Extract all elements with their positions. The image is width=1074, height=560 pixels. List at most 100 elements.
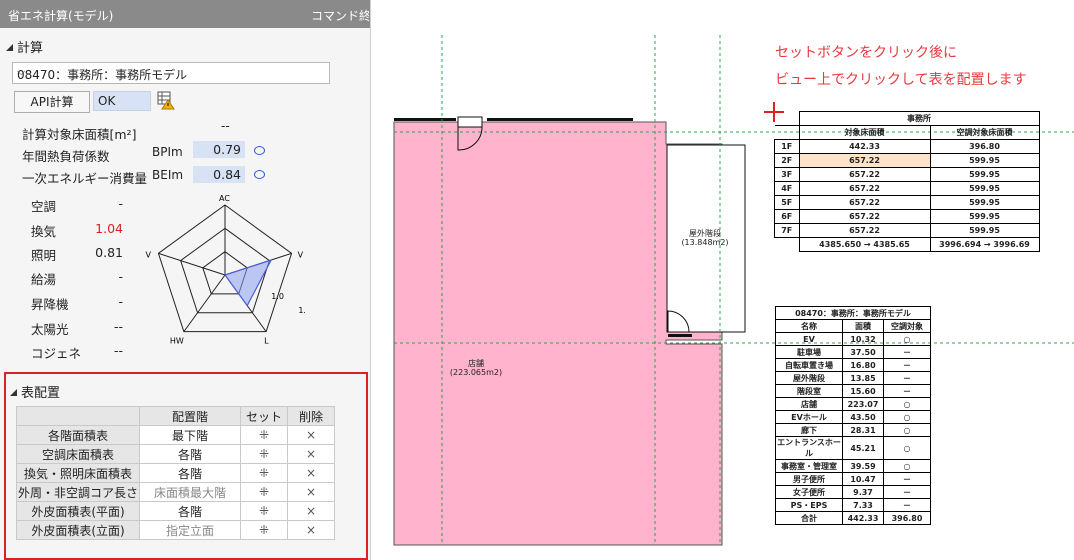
delete-icon[interactable]: × [287, 425, 335, 445]
bpi-detail-icon[interactable] [254, 146, 265, 155]
delete-icon[interactable]: × [287, 520, 335, 540]
placement-floor[interactable]: 最下階 [139, 425, 241, 445]
delete-icon[interactable]: × [287, 444, 335, 464]
bei-label: 一次エネルギー消費量 [22, 171, 148, 186]
blank-header-cell [16, 406, 140, 426]
placement-floor[interactable]: 床面積最大階 [139, 482, 241, 502]
placement-floor[interactable]: 各階 [139, 444, 241, 464]
placement-floor[interactable]: 各階 [139, 501, 241, 521]
table-row: 店舗 223.07 ○ [775, 397, 931, 411]
radar-value-polygon [224, 258, 273, 307]
floor-col-header: 配置階 [139, 406, 241, 426]
table-row: 外皮面積表(平面) 各階 ⁜ × [16, 501, 335, 521]
table-row: 屋外階段 13.85 － [775, 371, 931, 385]
delete-icon[interactable]: × [287, 463, 335, 483]
wall [487, 118, 633, 121]
radar-axis-label: V [298, 250, 304, 259]
category-label: 太陽光 [31, 322, 69, 337]
panel-titlebar: 省エネ計算(モデル) コマンド終了 [0, 0, 370, 28]
category-value: - [118, 294, 123, 309]
table-row: 換気・照明床面積表 各階 ⁜ × [16, 463, 335, 483]
table-type-name: 換気・照明床面積表 [16, 463, 140, 483]
table-row: エントランスホール 45.21 ○ [775, 436, 931, 460]
table-row: 2F 657.22 599.95 [774, 153, 1040, 168]
collapse-triangle-icon [10, 389, 17, 396]
api-calc-button[interactable]: API計算 [14, 91, 90, 113]
table-row: EV 10.32 ○ [775, 332, 931, 346]
category-value: -- [113, 343, 123, 358]
radar-tick-label: 1.0 [271, 292, 284, 301]
stair-label: 屋外階段 (13.848m2) [681, 229, 729, 247]
chevron-down-icon: ⌵ [17, 65, 26, 78]
table-row: 7F 657.22 599.95 [774, 223, 1040, 238]
bei-value: 0.84 [193, 166, 245, 183]
bpi-value: 0.79 [193, 141, 245, 158]
table-row: 6F 657.22 599.95 [774, 209, 1040, 224]
delete-icon[interactable]: × [287, 482, 335, 502]
table-type-name: 外皮面積表(平面) [16, 501, 140, 521]
calc-table-warning-icon[interactable] [157, 90, 175, 110]
table-type-name: 各階面積表 [16, 425, 140, 445]
placement-floor[interactable]: 各階 [139, 463, 241, 483]
table-row: 5F 657.22 599.95 [774, 195, 1040, 210]
set-cursor-icon[interactable]: ⁜ [240, 425, 288, 445]
category-value: 0.81 [95, 245, 123, 260]
instruction-text: セットボタンをクリック後に ビュー上でクリックして表を配置します [775, 45, 1027, 88]
table-header-row: 名称 面積 空調対象 [775, 319, 931, 333]
category-label: 給湯 [31, 272, 57, 287]
table-title-row: 08470：事務所：事務所モデル [775, 306, 931, 320]
calc-section-header[interactable]: 計算 [6, 37, 43, 56]
placement-header-row: 配置階 セット 削除 [16, 406, 335, 426]
table-row: 3F 657.22 599.95 [774, 167, 1040, 182]
radar-axis-label: L [264, 337, 269, 346]
model-select[interactable]: 08470：事務所：事務所モデル ⌵ [12, 62, 330, 84]
table-row: 自転車置き場 16.80 － [775, 358, 931, 372]
radar-axis-label: HW [170, 337, 184, 346]
table-row: PS・EPS 7.33 － [775, 498, 931, 512]
delete-col-header: 削除 [287, 406, 335, 426]
table-placement-header[interactable]: 表配置 [10, 382, 60, 401]
radar-tick-label: 1.5 [298, 306, 305, 315]
room-area-table[interactable]: 08470：事務所：事務所モデル 名称 面積 空調対象 EV 10.32 ○ 駐車場… [775, 306, 931, 525]
table-row: 外周・非空調コア長さ 床面積最大階 ⁜ × [16, 482, 335, 502]
delete-icon[interactable]: × [287, 501, 335, 521]
table-row: 駐車場 37.50 － [775, 345, 931, 359]
floor-area-table[interactable]: 事務所 対象床面積 空調対象床面積 1F 442.33 396.80 2F 657.2… [774, 111, 1040, 252]
table-title: 事務所 [798, 111, 1040, 126]
category-value: -- [113, 319, 123, 334]
radar-axis-label: EV [145, 250, 151, 259]
command-end-button[interactable]: コマンド終了 [311, 7, 369, 24]
bpi-label: 年間熱負荷係数 [22, 149, 110, 164]
table-row: 男子便所 10.47 － [775, 472, 931, 486]
table-row: 1F 442.33 396.80 [774, 139, 1040, 154]
set-cursor-icon[interactable]: ⁜ [240, 463, 288, 483]
energy-radar-chart: AC V L HW EV 1.0 1.5 [145, 194, 305, 346]
table-title-row: 事務所 [774, 111, 1040, 126]
wall [394, 118, 456, 121]
table-row: 事務室・管理室 39.59 ○ [775, 459, 931, 473]
category-value: - [118, 269, 123, 284]
radar-spoke [158, 252, 226, 276]
table-type-name: 外皮面積表(立面) [16, 520, 140, 540]
bei-detail-icon[interactable] [254, 170, 265, 179]
floor-area-label: 計算対象床面積[m²] [22, 127, 137, 142]
category-label: 昇降機 [31, 297, 69, 312]
table-total-row: 合計 442.33 396.80 [775, 511, 931, 525]
table-row: 廊下 28.31 ○ [775, 423, 931, 437]
set-cursor-icon[interactable]: ⁜ [240, 444, 288, 464]
table-type-name: 空調床面積表 [16, 444, 140, 464]
panel-title: 省エネ計算(モデル) [8, 9, 114, 23]
table-row: 空調床面積表 各階 ⁜ × [16, 444, 335, 464]
table-row: EVホール 43.50 ○ [775, 410, 931, 424]
table-type-name: 外周・非空調コア長さ [16, 482, 140, 502]
placement-floor[interactable]: 指定立面 [139, 520, 241, 540]
table-header-row: 対象床面積 空調対象床面積 [774, 125, 1040, 140]
set-cursor-icon[interactable]: ⁜ [240, 482, 288, 502]
set-cursor-icon[interactable]: ⁜ [240, 520, 288, 540]
set-cursor-icon[interactable]: ⁜ [240, 501, 288, 521]
collapse-triangle-icon [6, 44, 13, 51]
category-value: - [118, 196, 123, 211]
table-row: 各階面積表 最下階 ⁜ × [16, 425, 335, 445]
bpi-code: BPIm [152, 145, 183, 159]
radar-axis-label: AC [219, 194, 230, 203]
